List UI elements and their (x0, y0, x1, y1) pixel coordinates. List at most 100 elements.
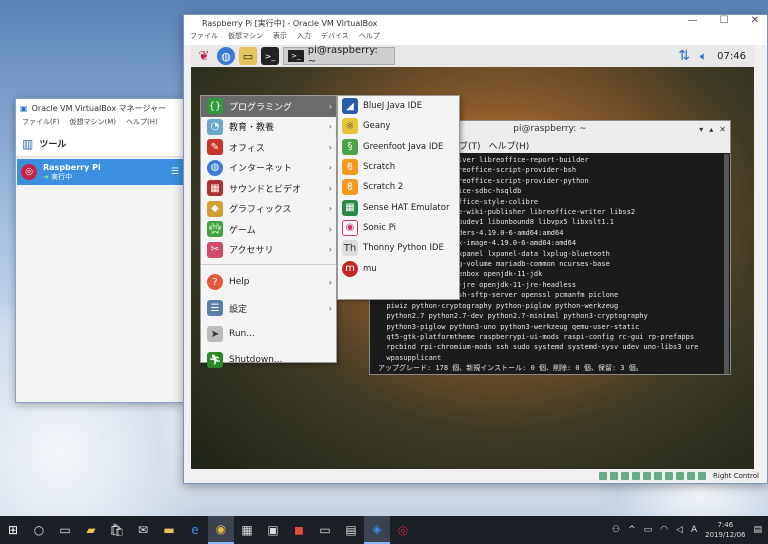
vm-list-item[interactable]: ◎ Raspberry Pi ➜ 実行中 ☰ (17, 159, 183, 185)
usb-icon[interactable] (643, 472, 652, 480)
menu-help[interactable]: ヘルプ (359, 31, 380, 45)
network-icon[interactable] (632, 472, 641, 480)
submenu-item-mu[interactable]: m mu (338, 258, 459, 278)
submenu-item-thonny[interactable]: Th Thonny Python IDE (338, 238, 459, 258)
game-icon: 👾︎ (207, 221, 223, 238)
minimize-icon[interactable]: ▾ (699, 125, 703, 134)
menu-item-graphics[interactable]: ◆ グラフィックス › (201, 199, 336, 220)
menu-machine[interactable]: 仮想マシン (228, 31, 263, 45)
scratch-icon: ϐ (342, 159, 358, 176)
chrome-icon[interactable]: ◉ (208, 516, 234, 544)
virtualbox-icon[interactable]: ◈ (364, 516, 390, 544)
bluej-icon: ◢ (342, 98, 358, 115)
submenu-item-bluej[interactable]: ◢ BlueJ Java IDE (338, 96, 459, 116)
menu-machine[interactable]: 仮想マシン(M) (70, 117, 117, 131)
people-icon[interactable]: ⚇ (612, 525, 620, 535)
submenu-item-scratch[interactable]: ϐ Scratch (338, 157, 459, 177)
window-titlebar[interactable]: Raspberry Pi [実行中] - Oracle VM VirtualBo… (184, 15, 767, 31)
menu-help[interactable]: ヘルプ(H) (489, 139, 530, 152)
menu-item-internet[interactable]: ◍ インターネット › (201, 158, 336, 179)
search-icon[interactable]: ○ (26, 516, 52, 544)
minimize-icon[interactable]: — (688, 15, 698, 26)
shared-folders-icon[interactable] (654, 472, 663, 480)
menu-item-accessories[interactable]: ✂ アクセサリ › (201, 240, 336, 261)
optical-drive-icon[interactable] (610, 472, 619, 480)
photos-icon[interactable]: ▣ (260, 516, 286, 544)
raspberry-vm-icon[interactable]: ◎ (390, 516, 416, 544)
menu-item-shutdown[interactable]: 🏃︎ Shutdown... (201, 347, 336, 373)
submenu-item-geany[interactable]: ☼ Geany (338, 116, 459, 136)
ime-indicator[interactable]: A (691, 525, 697, 535)
cpu-icon[interactable] (687, 472, 696, 480)
submenu-item-scratch2[interactable]: ϐ Scratch 2 (338, 177, 459, 197)
app-icon[interactable]: ▬ (156, 516, 182, 544)
geany-icon: ☼ (342, 118, 358, 135)
menu-item-games[interactable]: 👾︎ ゲーム › (201, 219, 336, 240)
menu-item-education[interactable]: ◔ 教育・教養 › (201, 117, 336, 138)
app-icon-box[interactable]: ▤ (338, 516, 364, 544)
menu-file[interactable]: ファイル(F) (22, 117, 60, 131)
terminal-scrollbar[interactable] (724, 154, 729, 374)
task-view-icon[interactable]: ▭ (52, 516, 78, 544)
storage-icon[interactable] (599, 472, 608, 480)
file-explorer-icon[interactable]: ▰ (78, 516, 104, 544)
taskbar-terminal-button[interactable]: >_ pi@raspberry: ~ (283, 45, 395, 67)
edge-icon[interactable]: e (182, 516, 208, 544)
calculator-icon[interactable]: ▦ (234, 516, 260, 544)
terminal-title: pi@raspberry: ~ (513, 124, 587, 134)
office-icon: ✎ (207, 139, 223, 156)
terminal-icon[interactable]: ▭ (312, 516, 338, 544)
notification-icon[interactable]: ▤ (753, 525, 762, 535)
host-key-label: Right Control (713, 472, 759, 480)
vm-state: ➜ 実行中 (43, 172, 73, 181)
scratch2-icon: ϐ (342, 179, 358, 196)
menu-item-programming[interactable]: {} プログラミング › (201, 96, 336, 117)
menu-view[interactable]: 表示 (273, 31, 287, 45)
close-icon[interactable]: ✕ (751, 15, 759, 26)
store-icon[interactable]: 🛍︎ (104, 516, 130, 544)
menu-devices[interactable]: デバイス (321, 31, 349, 45)
recording-icon[interactable] (676, 472, 685, 480)
menu-input[interactable]: 入力 (297, 31, 311, 45)
audio-icon[interactable] (621, 472, 630, 480)
submenu-item-greenfoot[interactable]: § Greenfoot Java IDE (338, 137, 459, 157)
menu-bar: ファイル(F) 仮想マシン(M) ヘルプ(H) (16, 117, 184, 131)
guest-screen[interactable]: ❦ ◍ ▭ >_ >_ pi@raspberry: ~ ⇅ 🔈︎ 07:46 p… (191, 45, 754, 471)
menu-item-help[interactable]: ? Help › (201, 269, 336, 295)
file-manager-icon[interactable]: ▭ (239, 47, 257, 65)
mail-icon[interactable]: ✉ (130, 516, 156, 544)
terminal-line: rpcbind rpi-chromium-mods ssh sudo syste… (378, 343, 699, 352)
display-icon[interactable] (665, 472, 674, 480)
browser-globe-icon[interactable]: ◍ (217, 47, 235, 65)
terminal-line: wpasupplicant (378, 353, 442, 362)
menu-separator (201, 264, 336, 265)
raspberry-menu-button[interactable]: ❦ (195, 47, 213, 65)
volume-icon[interactable]: 🔈︎ (700, 49, 707, 64)
mouse-icon[interactable] (698, 472, 707, 480)
menu-item-run[interactable]: ➤ Run... (201, 321, 336, 347)
clock[interactable]: 7:46 2019/12/06 (705, 520, 745, 540)
menu-item-office[interactable]: ✎ オフィス › (201, 137, 336, 158)
code-icon: {} (207, 98, 223, 115)
network-icon[interactable]: ⇅ (678, 48, 690, 64)
maximize-icon[interactable]: ☐ (720, 15, 729, 26)
terminal-launcher-icon[interactable]: >_ (261, 47, 279, 65)
start-button[interactable]: ⊞ (0, 516, 26, 544)
app-icon-red[interactable]: ◼ (286, 516, 312, 544)
window-titlebar[interactable]: ▣ Oracle VM VirtualBox マネージャー (16, 99, 184, 117)
menu-file[interactable]: ファイル (190, 31, 218, 45)
tools-item[interactable]: ▥ ツール (16, 131, 184, 157)
wifi-icon[interactable]: ◠ (660, 525, 668, 535)
details-menu-icon[interactable]: ☰ (171, 167, 179, 177)
volume-icon[interactable]: ◁ (676, 525, 683, 535)
menu-help[interactable]: ヘルプ(H) (126, 117, 158, 131)
maximize-icon[interactable]: ▴ (709, 125, 713, 134)
close-icon[interactable]: ✕ (719, 125, 726, 134)
submenu-item-sonic-pi[interactable]: ◉ Sonic Pi (338, 218, 459, 238)
menu-item-settings[interactable]: ☰ 設定 › (201, 295, 336, 321)
submenu-item-sense-hat[interactable]: ▦ Sense HAT Emulator (338, 197, 459, 217)
menu-item-sound-video[interactable]: ▦ サウンドとビデオ › (201, 178, 336, 199)
network-icon[interactable]: ▭ (644, 525, 653, 535)
greenfoot-icon: § (342, 138, 358, 155)
tray-chevron-icon[interactable]: ^ (628, 525, 636, 535)
